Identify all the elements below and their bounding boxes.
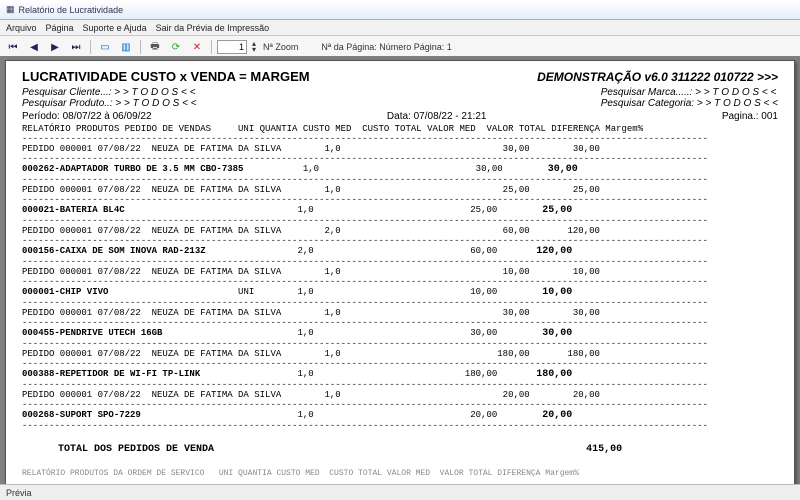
window-titlebar: ▦ Relatório de Lucratividade xyxy=(0,0,800,20)
print-button[interactable]: 🖶 xyxy=(146,38,164,56)
period-date: Data: 07/08/22 - 21:21 xyxy=(387,111,487,122)
menu-exit[interactable]: Sair da Prévia de Impressão xyxy=(156,23,270,33)
page-number-label: Nª da Página: Número Página: 1 xyxy=(321,42,451,52)
divider: ----------------------------------------… xyxy=(22,359,778,369)
product-summary-line: 000156-CAIXA DE SOM INOVA RAD-213Z 2,0 6… xyxy=(22,246,778,257)
divider: ----------------------------------------… xyxy=(22,134,778,144)
divider: ----------------------------------------… xyxy=(22,216,778,226)
next-page-button[interactable]: ▶ xyxy=(46,38,64,56)
zoom-label: Nª Zoom xyxy=(263,42,298,52)
product-summary-line: 000268-SUPORT SPO-7229 1,0 20,00 20,00 xyxy=(22,410,778,421)
order-line: PEDIDO 000001 07/08/22 NEUZA DE FATIMA D… xyxy=(22,226,778,236)
product-summary-line: 000262-ADAPTADOR TURBO DE 3.5 MM CBO-738… xyxy=(22,164,778,175)
total-label: TOTAL DOS PEDIDOS DE VENDA xyxy=(58,444,214,455)
filter-cliente: Pesquisar Cliente...: > > T O D O S < < xyxy=(22,87,197,98)
menu-bar: Arquivo Página Suporte e Ajuda Sair da P… xyxy=(0,20,800,36)
divider: ----------------------------------------… xyxy=(22,236,778,246)
prev-page-button[interactable]: ◀ xyxy=(25,38,43,56)
divider: ----------------------------------------… xyxy=(22,318,778,328)
product-summary-line: 000455-PENDRIVE UTECH 16GB 1,0 30,00 30,… xyxy=(22,328,778,339)
separator xyxy=(90,40,91,54)
next-section-header: RELATÓRIO PRODUTOS DA ORDEM DE SERVICO U… xyxy=(22,469,778,478)
divider: ----------------------------------------… xyxy=(22,277,778,287)
period-range: Período: 08/07/22 à 06/09/22 xyxy=(22,111,152,122)
status-bar: Prévia xyxy=(0,484,800,500)
view-multi-button[interactable]: ▥ xyxy=(117,38,135,56)
divider: ----------------------------------------… xyxy=(22,298,778,308)
order-line: PEDIDO 000001 07/08/22 NEUZA DE FATIMA D… xyxy=(22,185,778,195)
period-page: Pagina.: 001 xyxy=(722,111,778,122)
order-line: PEDIDO 000001 07/08/22 NEUZA DE FATIMA D… xyxy=(22,144,778,154)
product-summary-line: 000021-BATERIA BL4C 1,0 25,00 25,00 xyxy=(22,205,778,216)
total-value: 415,00 xyxy=(214,444,622,455)
report-body: PEDIDO 000001 07/08/22 NEUZA DE FATIMA D… xyxy=(22,144,778,421)
product-summary-line: 000388-REPETIDOR DE WI-FI TP-LINK 1,0 18… xyxy=(22,369,778,380)
app-icon: ▦ xyxy=(6,4,15,15)
divider: ----------------------------------------… xyxy=(22,400,778,410)
separator xyxy=(211,40,212,54)
report-page: LUCRATIVIDADE CUSTO x VENDA = MARGEM DEM… xyxy=(5,60,795,485)
menu-help[interactable]: Suporte e Ajuda xyxy=(83,23,147,33)
refresh-button[interactable]: ⟳ xyxy=(167,38,185,56)
order-line: PEDIDO 000001 07/08/22 NEUZA DE FATIMA D… xyxy=(22,390,778,400)
divider: ----------------------------------------… xyxy=(22,339,778,349)
menu-file[interactable]: Arquivo xyxy=(6,23,37,33)
close-preview-button[interactable]: ✕ xyxy=(188,38,206,56)
window-title: Relatório de Lucratividade xyxy=(19,5,124,15)
view-single-button[interactable]: ▭ xyxy=(96,38,114,56)
separator xyxy=(140,40,141,54)
grand-total-row: TOTAL DOS PEDIDOS DE VENDA 415,00 xyxy=(22,433,778,466)
divider: ----------------------------------------… xyxy=(22,257,778,267)
order-line: PEDIDO 000001 07/08/22 NEUZA DE FATIMA D… xyxy=(22,267,778,277)
filter-categoria: Pesquisar Categoria: > > T O D O S < < xyxy=(601,98,778,109)
menu-page[interactable]: Página xyxy=(46,23,74,33)
zoom-spinner-icon[interactable]: ▴▾ xyxy=(252,41,256,53)
divider: ----------------------------------------… xyxy=(22,175,778,185)
preview-viewport[interactable]: LUCRATIVIDADE CUSTO x VENDA = MARGEM DEM… xyxy=(0,56,800,485)
filter-produto: Pesquisar Produto..: > > T O D O S < < xyxy=(22,98,197,109)
last-page-button[interactable]: ⏭ xyxy=(67,38,85,56)
product-summary-line: 000001-CHIP VIVO UNI 1,0 10,00 10,00 xyxy=(22,287,778,298)
divider: ----------------------------------------… xyxy=(22,421,778,431)
first-page-button[interactable]: ⏮ xyxy=(4,38,22,56)
divider: ----------------------------------------… xyxy=(22,195,778,205)
divider: ----------------------------------------… xyxy=(22,380,778,390)
report-title: LUCRATIVIDADE CUSTO x VENDA = MARGEM xyxy=(22,69,310,84)
column-headers: RELATÓRIO PRODUTOS PEDIDO DE VENDAS UNI … xyxy=(22,124,778,134)
order-line: PEDIDO 000001 07/08/22 NEUZA DE FATIMA D… xyxy=(22,349,778,359)
report-version: DEMONSTRAÇÃO v6.0 311222 010722 >>> xyxy=(537,70,778,84)
filter-marca: Pesquisar Marca.....: > > T O D O S < < xyxy=(601,87,778,98)
divider: ----------------------------------------… xyxy=(22,154,778,164)
status-text: Prévia xyxy=(6,488,32,498)
zoom-input[interactable] xyxy=(217,40,247,54)
order-line: PEDIDO 000001 07/08/22 NEUZA DE FATIMA D… xyxy=(22,308,778,318)
